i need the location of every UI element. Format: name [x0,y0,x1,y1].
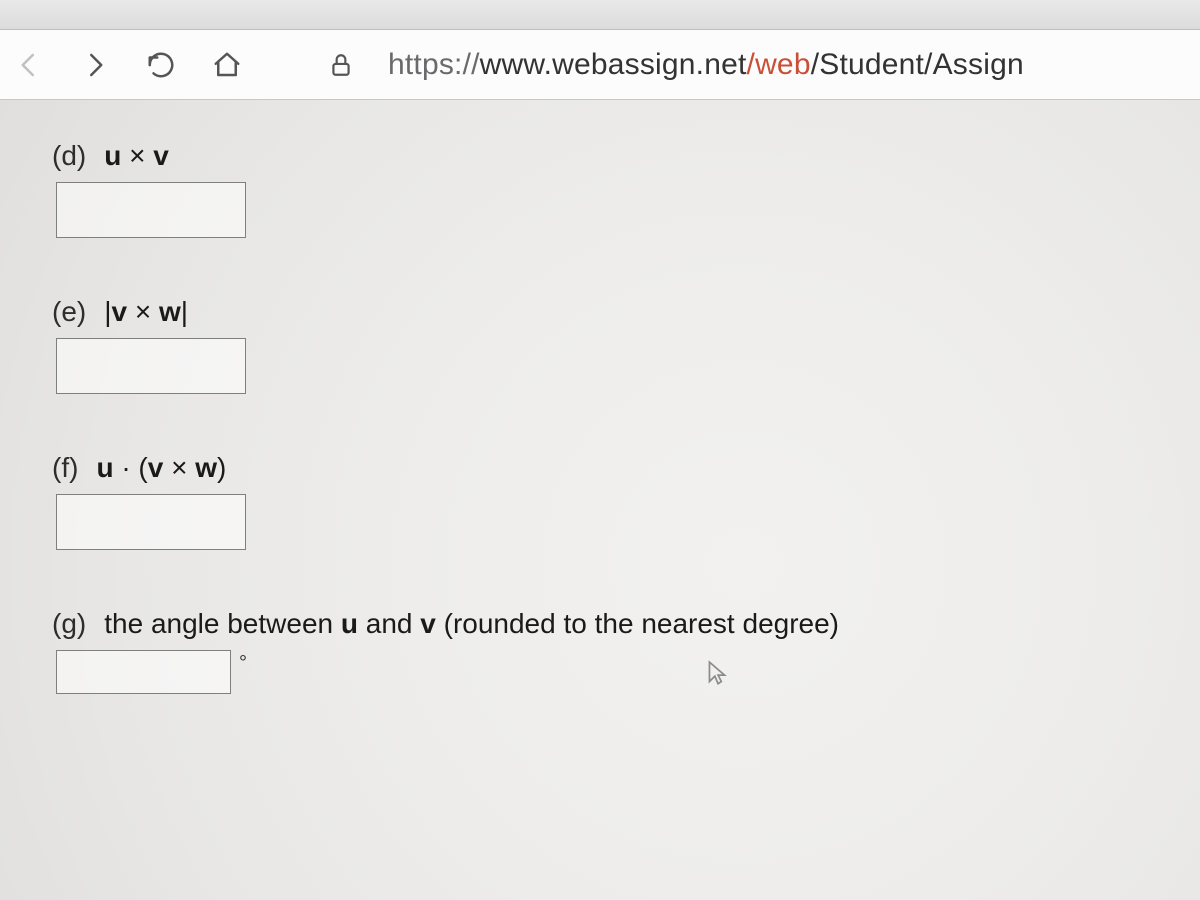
answer-input-e[interactable] [56,338,246,394]
expression-g: the angle between u and v (rounded to th… [104,608,839,640]
problem-d: (d) u × v [52,140,1148,238]
window-chrome-strip [0,0,1200,30]
assignment-page: (d) u × v (e) |v × w| (f) u · (v × w) (g… [0,100,1200,900]
problem-g: (g) the angle between u and v (rounded t… [52,608,1148,694]
degree-symbol: ° [239,652,247,675]
home-button[interactable] [208,46,246,84]
expression-e: |v × w| [104,296,188,328]
answer-input-f[interactable] [56,494,246,550]
url-path-accent: /web [747,48,811,81]
browser-toolbar: https://www.webassign.net/web/Student/As… [0,30,1200,100]
answer-input-d[interactable] [56,182,246,238]
address-bar[interactable]: https://www.webassign.net/web/Student/As… [388,48,1024,82]
forward-button[interactable] [76,46,114,84]
answer-input-g[interactable] [56,650,231,694]
url-protocol: https:// [388,48,480,81]
url-host: www.webassign.net [480,48,747,81]
back-button[interactable] [10,46,48,84]
part-letter-d: (d) [52,140,86,172]
refresh-button[interactable] [142,46,180,84]
part-letter-g: (g) [52,608,86,640]
url-path-rest: /Student/Assign [811,48,1024,81]
problem-f: (f) u · (v × w) [52,452,1148,550]
problem-e: (e) |v × w| [52,296,1148,394]
part-letter-f: (f) [52,452,78,484]
part-letter-e: (e) [52,296,86,328]
expression-f: u · (v × w) [96,452,226,484]
lock-icon [322,46,360,84]
expression-d: u × v [104,140,169,172]
